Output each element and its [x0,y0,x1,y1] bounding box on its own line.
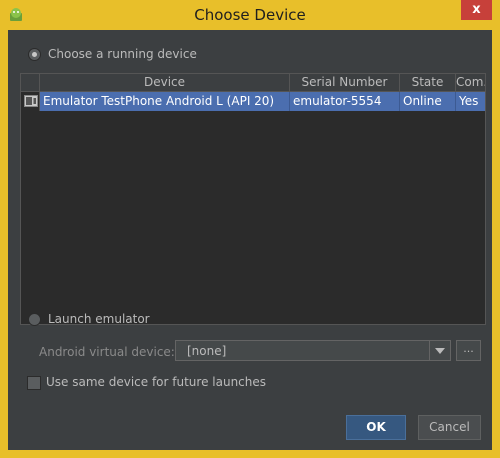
header-device[interactable]: Device [40,74,290,91]
compatible-cell: Yes [456,92,485,111]
header-compatible[interactable]: Com... [456,74,485,91]
close-button[interactable]: x [461,0,492,20]
state-cell: Online [400,92,456,111]
window-title: Choose Device [194,6,306,24]
table-row[interactable]: Emulator TestPhone Android L (API 20) em… [21,92,485,111]
android-virtual-device-value: [none] [187,344,227,358]
device-table: Device Serial Number State Com... Emulat… [20,73,486,325]
serial-number-cell: emulator-5554 [290,92,400,111]
device-type-cell [21,92,40,111]
emulator-device-icon [24,95,38,107]
choose-running-device-radio[interactable] [28,48,41,61]
header-serial-number[interactable]: Serial Number [290,74,400,91]
table-header: Device Serial Number State Com... [21,74,485,92]
device-name-cell: Emulator TestPhone Android L (API 20) [40,92,290,111]
header-state[interactable]: State [400,74,456,91]
android-virtual-device-select[interactable]: [none] [175,340,451,361]
ok-button[interactable]: OK [346,415,406,440]
title-bar: Choose Device x [0,0,500,30]
launch-emulator-label: Launch emulator [48,312,150,326]
browse-avd-button[interactable]: ... [456,340,481,361]
choose-running-device-label: Choose a running device [48,47,197,61]
choose-device-dialog: Choose Device x Choose a running device … [0,0,500,458]
same-device-checkbox[interactable] [27,376,41,390]
launch-emulator-radio[interactable] [28,313,41,326]
same-device-label: Use same device for future launches [46,375,267,389]
cancel-button[interactable]: Cancel [418,415,481,440]
chevron-down-icon[interactable] [429,341,450,360]
android-virtual-device-label: Android virtual device: [39,345,175,359]
header-icon-column [21,74,40,91]
close-icon: x [472,2,481,17]
dialog-body: Choose a running device Device Serial Nu… [8,30,492,450]
